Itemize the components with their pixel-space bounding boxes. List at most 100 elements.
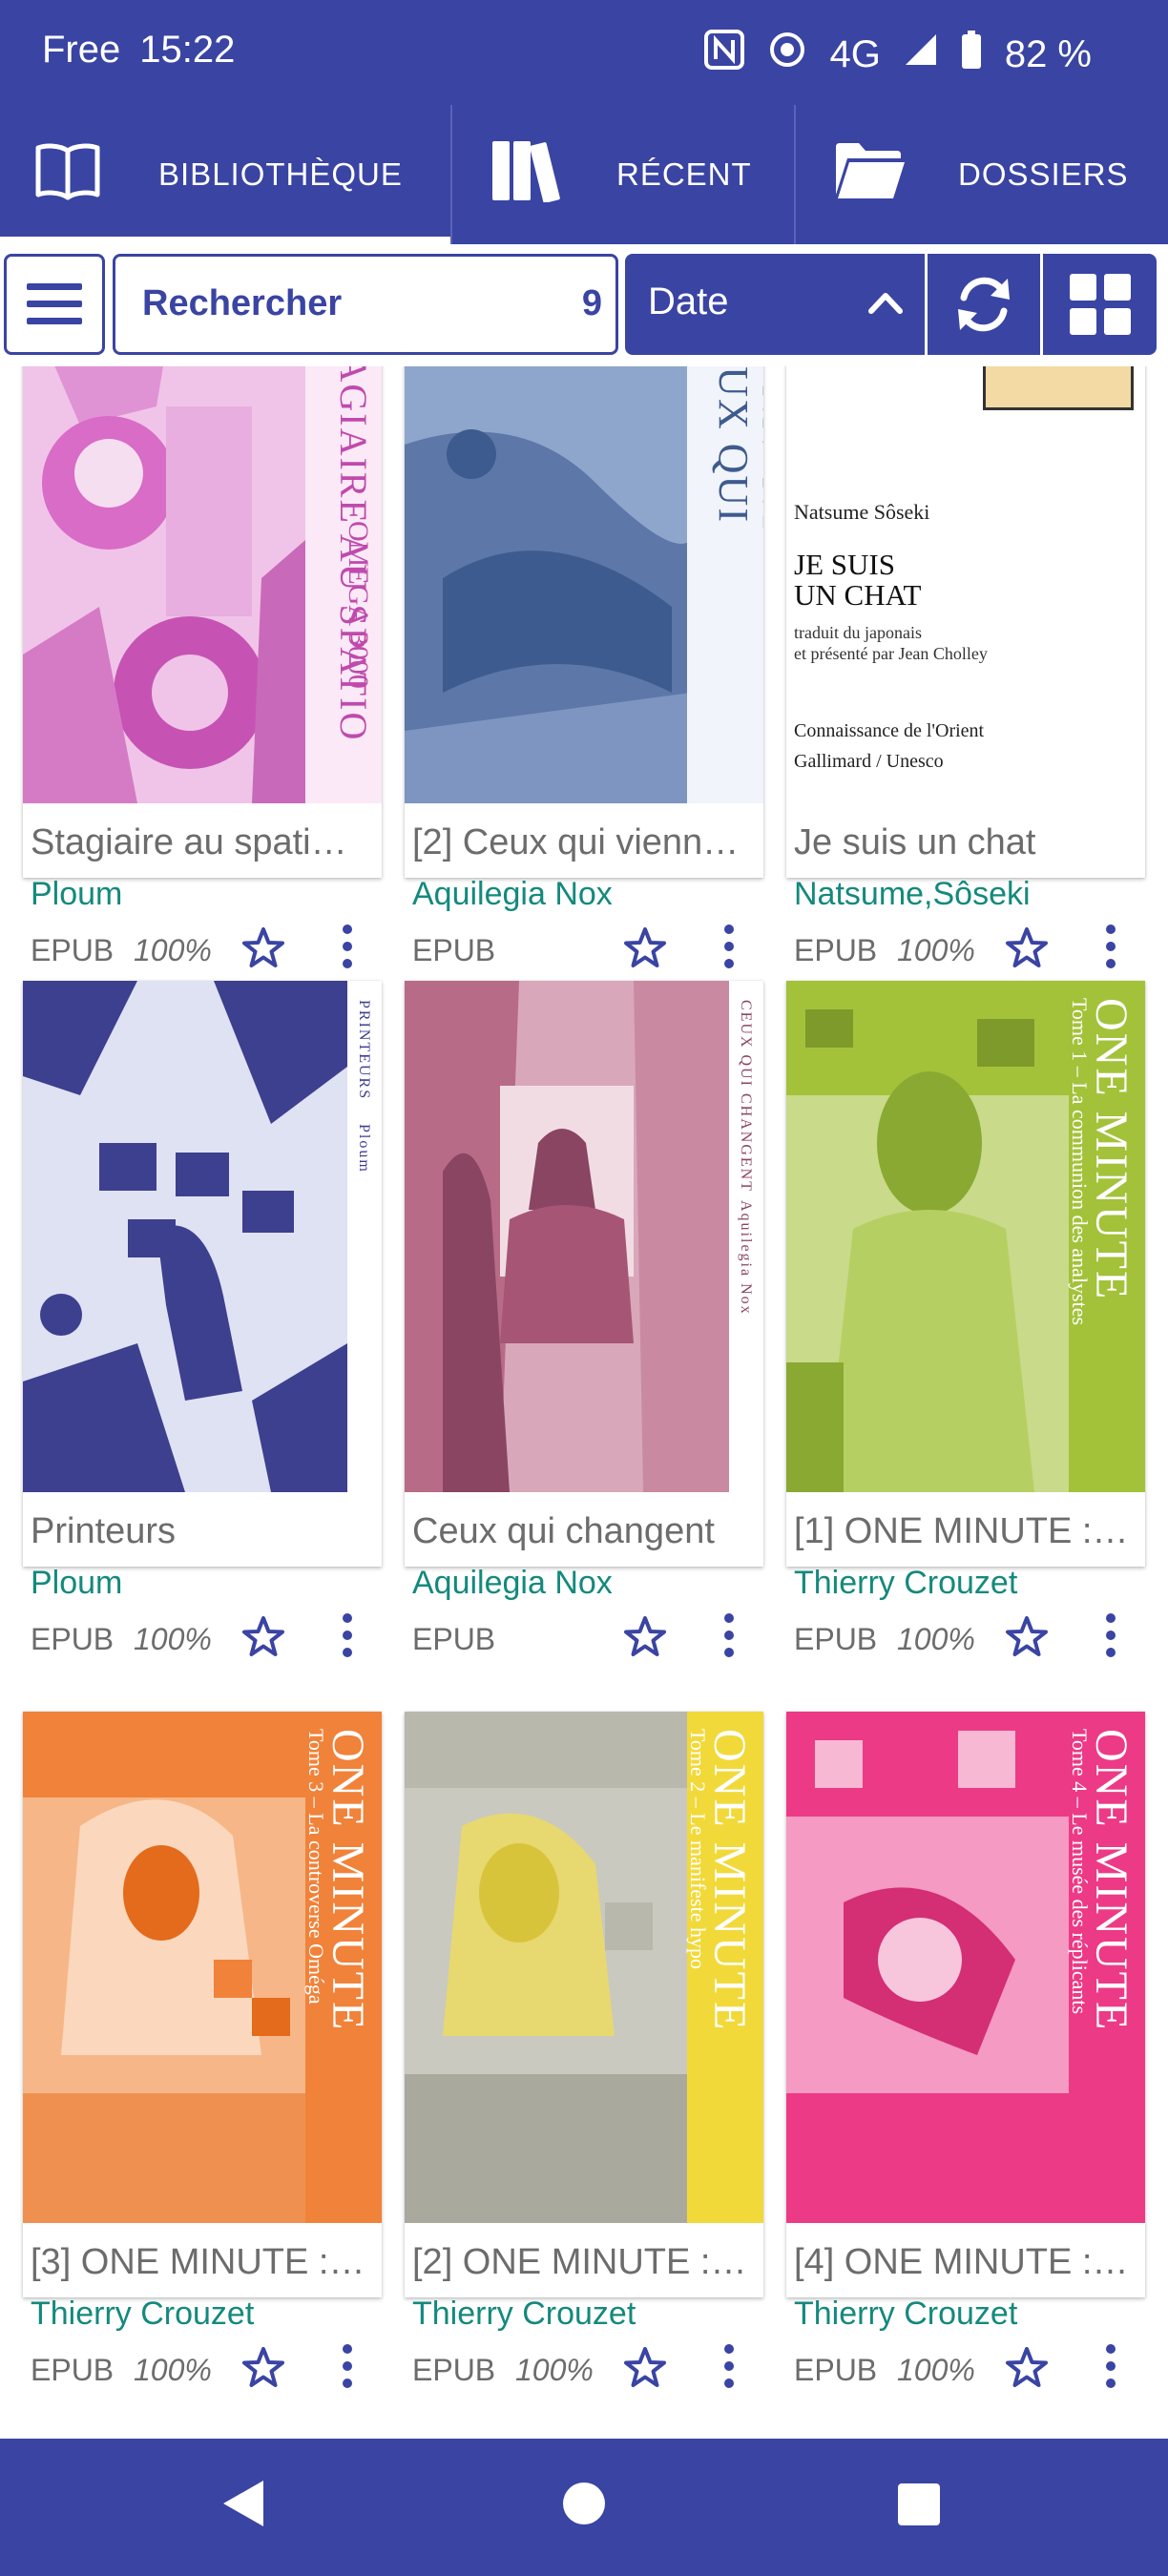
- book-author[interactable]: Thierry Crouzet: [794, 2296, 1137, 2333]
- system-nav-bar: [0, 2439, 1168, 2576]
- cover-spine-title: ONE MINUTE: [1086, 1729, 1137, 2032]
- more-options-icon[interactable]: [1101, 2341, 1120, 2396]
- more-options-icon[interactable]: [720, 2341, 739, 2396]
- cover-illustration: [983, 366, 1134, 410]
- nfc-icon: [703, 29, 745, 80]
- book-title: Ceux qui changent: [412, 1511, 715, 1551]
- book-format: EPUB: [412, 1622, 496, 1656]
- book-cover: CEUX QUI CHANGENT Aquilegia Nox: [405, 981, 763, 1492]
- book-title: [1] ONE MINUTE :…: [794, 1511, 1129, 1551]
- more-options-icon[interactable]: [1101, 922, 1120, 976]
- tab-folders[interactable]: DOSSIERS: [794, 105, 1168, 244]
- book-card[interactable]: PRINTEURS Ploum Printeurs Ploum EPUB 100…: [23, 981, 382, 1657]
- star-icon[interactable]: [622, 925, 668, 976]
- cover-spine-sub: Tome 2 – Le manifeste hypo: [686, 1729, 710, 1970]
- star-icon[interactable]: [1004, 925, 1050, 976]
- book-cover: ONE MINUTE Tome 3 – La controverse Oméga: [23, 1712, 382, 2223]
- book-card[interactable]: ONE MINUTE Tome 2 – Le manifeste hypo [2…: [405, 1712, 763, 2388]
- home-button[interactable]: [561, 2481, 607, 2531]
- books-icon: [490, 139, 563, 210]
- refresh-button[interactable]: [928, 254, 1040, 355]
- cover-spine-sub: OMEGA 3000: [343, 521, 374, 689]
- book-card[interactable]: ONE MINUTE Tome 4 – Le musée des réplica…: [786, 1712, 1145, 2388]
- book-title: [2] ONE MINUTE :…: [412, 2242, 747, 2282]
- book-format: EPUB: [31, 2353, 115, 2387]
- book-author[interactable]: Aquilegia Nox: [412, 1565, 756, 1602]
- search-input[interactable]: Rechercher 9: [113, 254, 618, 355]
- more-options-icon[interactable]: [338, 922, 357, 976]
- book-cover: ONE MINUTE Tome 1 – La communion des ana…: [786, 981, 1145, 1492]
- sort-dropdown[interactable]: Date: [625, 254, 925, 355]
- book-format: EPUB: [412, 933, 496, 967]
- cover-spine-title: ONE MINUTE: [1086, 998, 1137, 1301]
- grid-view-button[interactable]: [1043, 254, 1157, 355]
- book-author[interactable]: Thierry Crouzet: [31, 2296, 374, 2333]
- book-card[interactable]: ONE MINUTE Tome 1 – La communion des ana…: [786, 981, 1145, 1657]
- book-title: Stagiaire au spati…: [31, 822, 347, 862]
- cover-author: Natsume Sôseki: [794, 500, 930, 524]
- battery-level: 82 %: [1004, 32, 1092, 75]
- book-format: EPUB: [794, 1622, 878, 1656]
- star-icon[interactable]: [240, 2345, 286, 2396]
- refresh-icon: [958, 277, 1010, 332]
- book-author[interactable]: Natsume,Sôseki: [794, 876, 1137, 913]
- star-icon[interactable]: [240, 1614, 286, 1665]
- tab-library[interactable]: BIBLIOTHÈQUE: [0, 105, 450, 244]
- home-icon: [563, 2483, 605, 2524]
- book-format: EPUB: [412, 2353, 496, 2387]
- more-options-icon[interactable]: [1101, 1610, 1120, 1665]
- back-button[interactable]: [218, 2477, 271, 2535]
- book-open-icon: [34, 141, 101, 208]
- back-icon: [223, 2481, 263, 2526]
- more-options-icon[interactable]: [720, 922, 739, 976]
- hamburger-icon: [27, 283, 82, 324]
- star-icon[interactable]: [622, 1614, 668, 1665]
- book-author[interactable]: Aquilegia Nox: [412, 876, 756, 913]
- signal-icon: [904, 32, 938, 76]
- clock: 15:22: [139, 29, 236, 71]
- book-author[interactable]: Ploum: [31, 1565, 374, 1602]
- sort-label: Date: [648, 280, 729, 322]
- book-format: EPUB: [794, 933, 878, 967]
- book-author[interactable]: Thierry Crouzet: [412, 2296, 756, 2333]
- cover-subtitle-line: et présenté par Jean Cholley: [794, 644, 988, 663]
- book-card[interactable]: ONE MINUTE Tome 3 – La controverse Oméga…: [23, 1712, 382, 2388]
- status-bar: Free 15:22 4G 82 %: [0, 0, 1168, 105]
- book-progress: 100%: [134, 933, 212, 967]
- book-author[interactable]: Thierry Crouzet: [794, 1565, 1137, 1602]
- recents-button[interactable]: [897, 2483, 941, 2531]
- star-icon[interactable]: [1004, 2345, 1050, 2396]
- cover-spine-title: PRINTEURS: [356, 1000, 372, 1101]
- chevron-up-icon: [866, 282, 906, 327]
- tab-recent[interactable]: RÉCENT: [450, 105, 794, 244]
- tab-recent-label: RÉCENT: [616, 156, 752, 192]
- book-author[interactable]: Ploum: [31, 876, 374, 913]
- tab-bar: BIBLIOTHÈQUE RÉCENT DOSSIERS: [0, 105, 1168, 244]
- star-icon[interactable]: [1004, 1614, 1050, 1665]
- cover-spine-sub: Tome 4 – Le musée des réplicants: [1068, 1729, 1092, 2015]
- cover-publisher-line: Connaissance de l'Orient: [794, 720, 985, 741]
- battery-icon: [961, 31, 982, 78]
- more-options-icon[interactable]: [338, 1610, 357, 1665]
- cover-publisher-line: Gallimard / Unesco: [794, 751, 944, 772]
- book-card[interactable]: CEUX QUI VIENNENT [2] Ceux qui vienn… Aq…: [405, 366, 763, 968]
- menu-button[interactable]: [4, 254, 105, 355]
- recents-icon: [898, 2483, 940, 2525]
- star-icon[interactable]: [622, 2345, 668, 2396]
- book-card[interactable]: STAGIAIRE AU SPATIO OMEGA 3000 Stagiaire…: [23, 366, 382, 968]
- cover-spine-title: CEUX QUI CHANGENT: [738, 1000, 754, 1193]
- book-title: [3] ONE MINUTE :…: [31, 2242, 365, 2282]
- book-progress: 100%: [897, 1622, 975, 1656]
- book-title: [2] Ceux qui vienn…: [412, 822, 740, 862]
- book-card[interactable]: Natsume Sôseki JE SUIS UN CHAT traduit d…: [786, 366, 1145, 968]
- book-format: EPUB: [794, 2353, 878, 2387]
- cover-subtitle-line: traduit du japonais: [794, 623, 922, 642]
- more-options-icon[interactable]: [720, 1610, 739, 1665]
- cover-spine-title: ONE MINUTE: [704, 1729, 755, 2032]
- star-icon[interactable]: [240, 925, 286, 976]
- cover-title-line: UN CHAT: [794, 578, 922, 612]
- more-options-icon[interactable]: [338, 2341, 357, 2396]
- toolbar: Rechercher 9 Date: [0, 244, 1168, 366]
- cover-title: JE SUIS UN CHAT: [794, 550, 921, 611]
- book-card[interactable]: CEUX QUI CHANGENT Aquilegia Nox Ceux qui…: [405, 981, 763, 1657]
